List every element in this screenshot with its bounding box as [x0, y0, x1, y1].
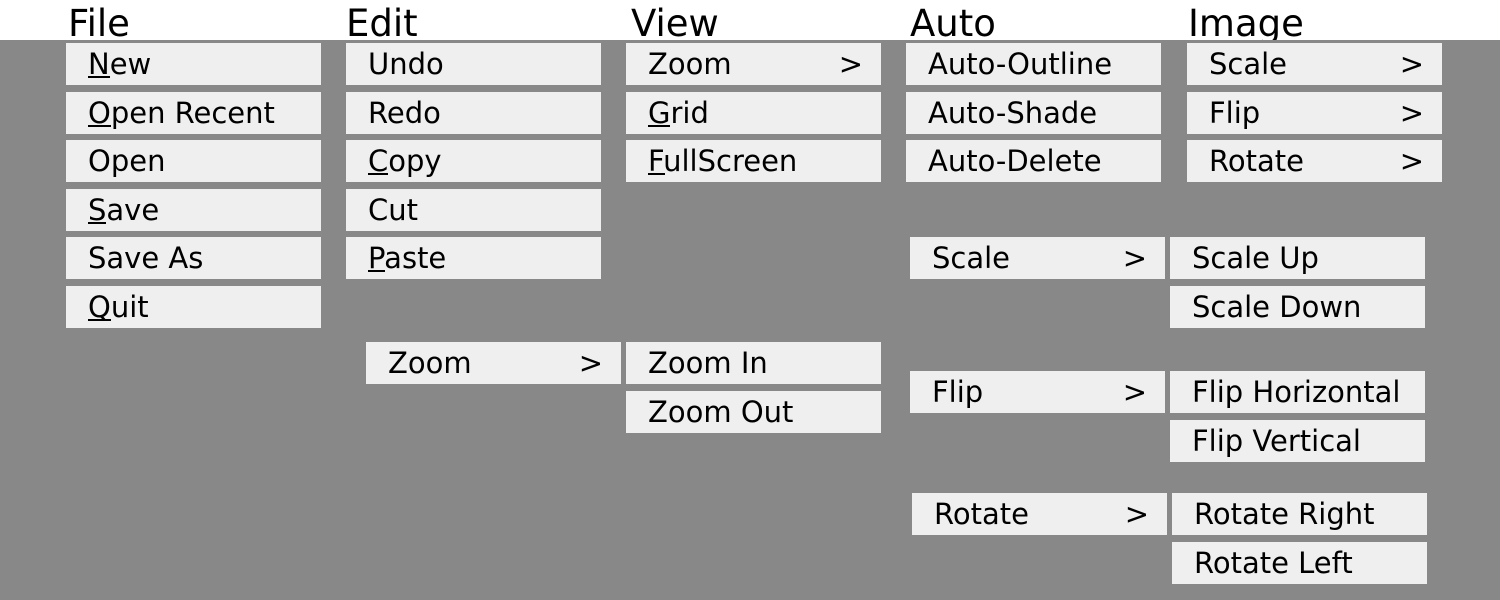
menu-item-file-open-recent[interactable]: Open Recent [66, 92, 321, 134]
submenu-parent-rotate[interactable]: Rotate > [912, 493, 1167, 535]
submenu-item-flip-horizontal[interactable]: Flip Horizontal [1170, 371, 1425, 413]
submenu-arrow-icon: > [1399, 144, 1424, 178]
mnemonic-underline [368, 270, 385, 272]
menu-item-image-rotate[interactable]: Rotate > [1187, 140, 1442, 182]
menu-item-file-save[interactable]: Save [66, 189, 321, 231]
menu-item-file-new[interactable]: New [66, 43, 321, 85]
menu-item-edit-copy-label: Copy [368, 144, 442, 178]
menu-item-view-grid[interactable]: Grid [626, 92, 881, 134]
submenu-item-scale-up[interactable]: Scale Up [1170, 237, 1425, 279]
submenu-arrow-icon: > [578, 346, 603, 380]
menu-item-image-flip-label: Flip [1209, 96, 1261, 130]
menu-item-edit-redo[interactable]: Redo [346, 92, 601, 134]
submenu-item-zoom-out[interactable]: Zoom Out [626, 391, 881, 433]
menu-item-auto-auto-delete[interactable]: Auto-Delete [906, 140, 1161, 182]
submenu-item-scale-up-label: Scale Up [1192, 241, 1319, 275]
submenu-parent-scale-label: Scale [932, 241, 1011, 275]
menu-item-file-save-as-label: Save As [88, 241, 204, 275]
menu-item-auto-auto-delete-label: Auto-Delete [928, 144, 1102, 178]
mnemonic-underline [648, 125, 670, 127]
submenu-parent-zoom-label: Zoom [388, 346, 472, 380]
menu-item-edit-copy[interactable]: Copy [346, 140, 601, 182]
menu-item-file-new-label: New [88, 47, 152, 81]
menu-item-view-zoom-label: Zoom [648, 47, 732, 81]
submenu-parent-rotate-label: Rotate [934, 497, 1029, 531]
submenu-item-scale-down-label: Scale Down [1192, 290, 1362, 324]
menu-item-edit-cut[interactable]: Cut [346, 189, 601, 231]
submenu-arrow-icon: > [1124, 497, 1149, 531]
menu-item-edit-paste-label: Paste [368, 241, 447, 275]
submenu-item-zoom-in[interactable]: Zoom In [626, 342, 881, 384]
submenu-parent-flip-label: Flip [932, 375, 984, 409]
submenu-arrow-icon: > [1122, 241, 1147, 275]
mnemonic-underline [88, 222, 106, 224]
menu-item-image-rotate-label: Rotate [1209, 144, 1304, 178]
mnemonic-underline [648, 173, 665, 175]
menu-item-view-fullscreen-label: FullScreen [648, 144, 798, 178]
menu-title-image[interactable]: Image [1188, 2, 1304, 40]
menu-item-auto-auto-outline-label: Auto-Outline [928, 47, 1113, 81]
submenu-item-flip-horizontal-label: Flip Horizontal [1192, 375, 1401, 409]
menu-title-edit[interactable]: Edit [346, 2, 418, 40]
submenu-arrow-icon: > [1122, 375, 1147, 409]
submenu-arrow-icon: > [1399, 47, 1424, 81]
submenu-item-scale-down[interactable]: Scale Down [1170, 286, 1425, 328]
submenu-parent-zoom[interactable]: Zoom > [366, 342, 621, 384]
menu-item-edit-redo-label: Redo [368, 96, 441, 130]
menu-item-view-zoom[interactable]: Zoom > [626, 43, 881, 85]
submenu-parent-flip[interactable]: Flip > [910, 371, 1165, 413]
menu-item-auto-auto-shade[interactable]: Auto-Shade [906, 92, 1161, 134]
submenu-item-flip-vertical-label: Flip Vertical [1192, 424, 1361, 458]
menu-item-view-grid-label: Grid [648, 96, 709, 130]
menu-item-edit-cut-label: Cut [368, 193, 418, 227]
menu-title-file[interactable]: File [68, 2, 130, 40]
submenu-arrow-icon: > [838, 47, 863, 81]
submenu-item-rotate-left[interactable]: Rotate Left [1172, 542, 1427, 584]
mnemonic-underline [88, 76, 110, 78]
menu-item-view-fullscreen[interactable]: FullScreen [626, 140, 881, 182]
submenu-parent-scale[interactable]: Scale > [910, 237, 1165, 279]
menu-demo-canvas: File New Open Recent Open Save Save As Quit Edi… [0, 0, 1500, 600]
submenu-item-rotate-left-label: Rotate Left [1194, 546, 1353, 580]
menu-item-file-open-recent-label: Open Recent [88, 96, 275, 130]
menu-item-edit-undo-label: Undo [368, 47, 444, 81]
menu-item-auto-auto-outline[interactable]: Auto-Outline [906, 43, 1161, 85]
submenu-item-rotate-right[interactable]: Rotate Right [1172, 493, 1427, 535]
menu-item-image-scale-label: Scale [1209, 47, 1288, 81]
submenu-item-zoom-out-label: Zoom Out [648, 395, 794, 429]
menu-item-image-scale[interactable]: Scale > [1187, 43, 1442, 85]
menu-item-edit-undo[interactable]: Undo [346, 43, 601, 85]
mnemonic-underline [368, 173, 388, 175]
submenu-arrow-icon: > [1399, 96, 1424, 130]
menu-item-file-save-label: Save [88, 193, 160, 227]
mnemonic-underline [88, 319, 111, 321]
submenu-item-zoom-in-label: Zoom In [648, 346, 768, 380]
menu-item-file-save-as[interactable]: Save As [66, 237, 321, 279]
menu-title-view[interactable]: View [631, 2, 719, 40]
menu-item-auto-auto-shade-label: Auto-Shade [928, 96, 1098, 130]
menu-title-auto[interactable]: Auto [910, 2, 996, 40]
menu-item-file-quit[interactable]: Quit [66, 286, 321, 328]
menu-item-image-flip[interactable]: Flip > [1187, 92, 1442, 134]
menu-item-file-quit-label: Quit [88, 290, 149, 324]
submenu-item-rotate-right-label: Rotate Right [1194, 497, 1375, 531]
menu-item-file-open[interactable]: Open [66, 140, 321, 182]
menu-item-edit-paste[interactable]: Paste [346, 237, 601, 279]
submenu-item-flip-vertical[interactable]: Flip Vertical [1170, 420, 1425, 462]
mnemonic-underline [88, 125, 111, 127]
menu-item-file-open-label: Open [88, 144, 166, 178]
